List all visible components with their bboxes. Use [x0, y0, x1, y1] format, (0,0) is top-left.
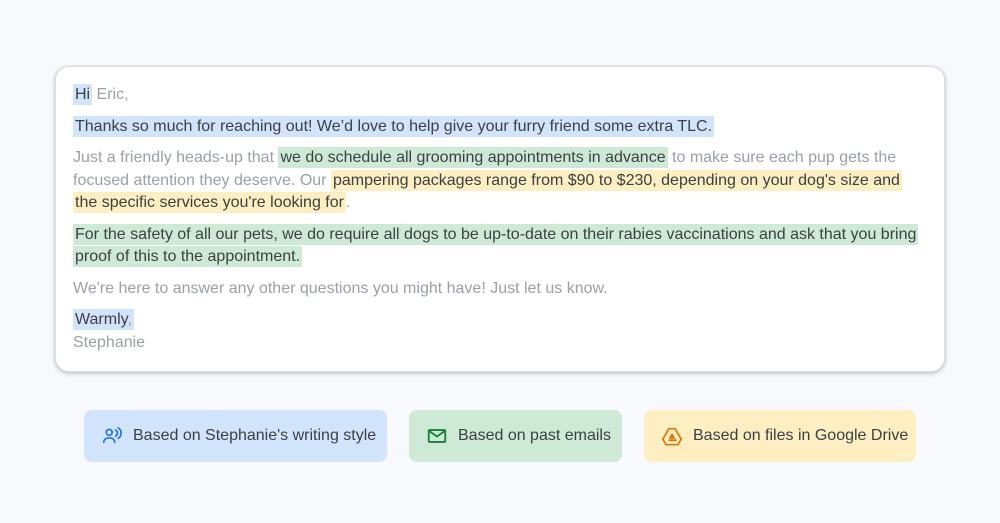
past-emails-label: Based on past emails: [458, 427, 611, 444]
google-drive-icon: [661, 425, 683, 447]
writing-style-label: Based on Stephanie's writing style: [133, 427, 377, 444]
safety-highlight: For the safety of all our pets, we do re…: [73, 223, 919, 267]
safety-paragraph: For the safety of all our pets, we do re…: [73, 223, 926, 269]
thanks-paragraph: Thanks so much for reaching out! We’d lo…: [73, 115, 926, 139]
greeting-hi-highlight: Hi: [73, 84, 93, 105]
scheduling-intro: Just a friendly heads-up that: [73, 149, 279, 166]
signoff-highlight: Warmly,: [73, 309, 134, 330]
mail-icon: [426, 425, 448, 447]
past-emails-chip[interactable]: Based on past emails: [409, 410, 622, 462]
greeting-name: Eric,: [92, 86, 129, 103]
scheduling-end: .: [345, 194, 351, 211]
signoff-comma: ,: [127, 311, 132, 328]
writing-style-chip[interactable]: Based on Stephanie's writing style: [84, 410, 387, 462]
signoff-word: Warmly: [75, 311, 128, 328]
scheduling-highlight: we do schedule all grooming appointments…: [278, 147, 668, 168]
drive-files-label: Based on files in Google Drive: [693, 427, 909, 444]
signature-line: Stephanie: [73, 333, 146, 351]
signoff-line: Warmly,: [73, 309, 926, 332]
email-draft-card[interactable]: Hi Eric, Thanks so much for reaching out…: [55, 66, 945, 372]
voice-person-icon: [101, 425, 123, 447]
greeting-line: Hi Eric,: [73, 84, 926, 107]
questions-paragraph: We're here to answer any other questions…: [73, 279, 608, 297]
drive-files-chip[interactable]: Based on files in Google Drive: [644, 410, 916, 462]
scheduling-paragraph: Just a friendly heads-up that we do sche…: [73, 147, 926, 215]
thanks-highlight: Thanks so much for reaching out! We’d lo…: [73, 115, 715, 137]
